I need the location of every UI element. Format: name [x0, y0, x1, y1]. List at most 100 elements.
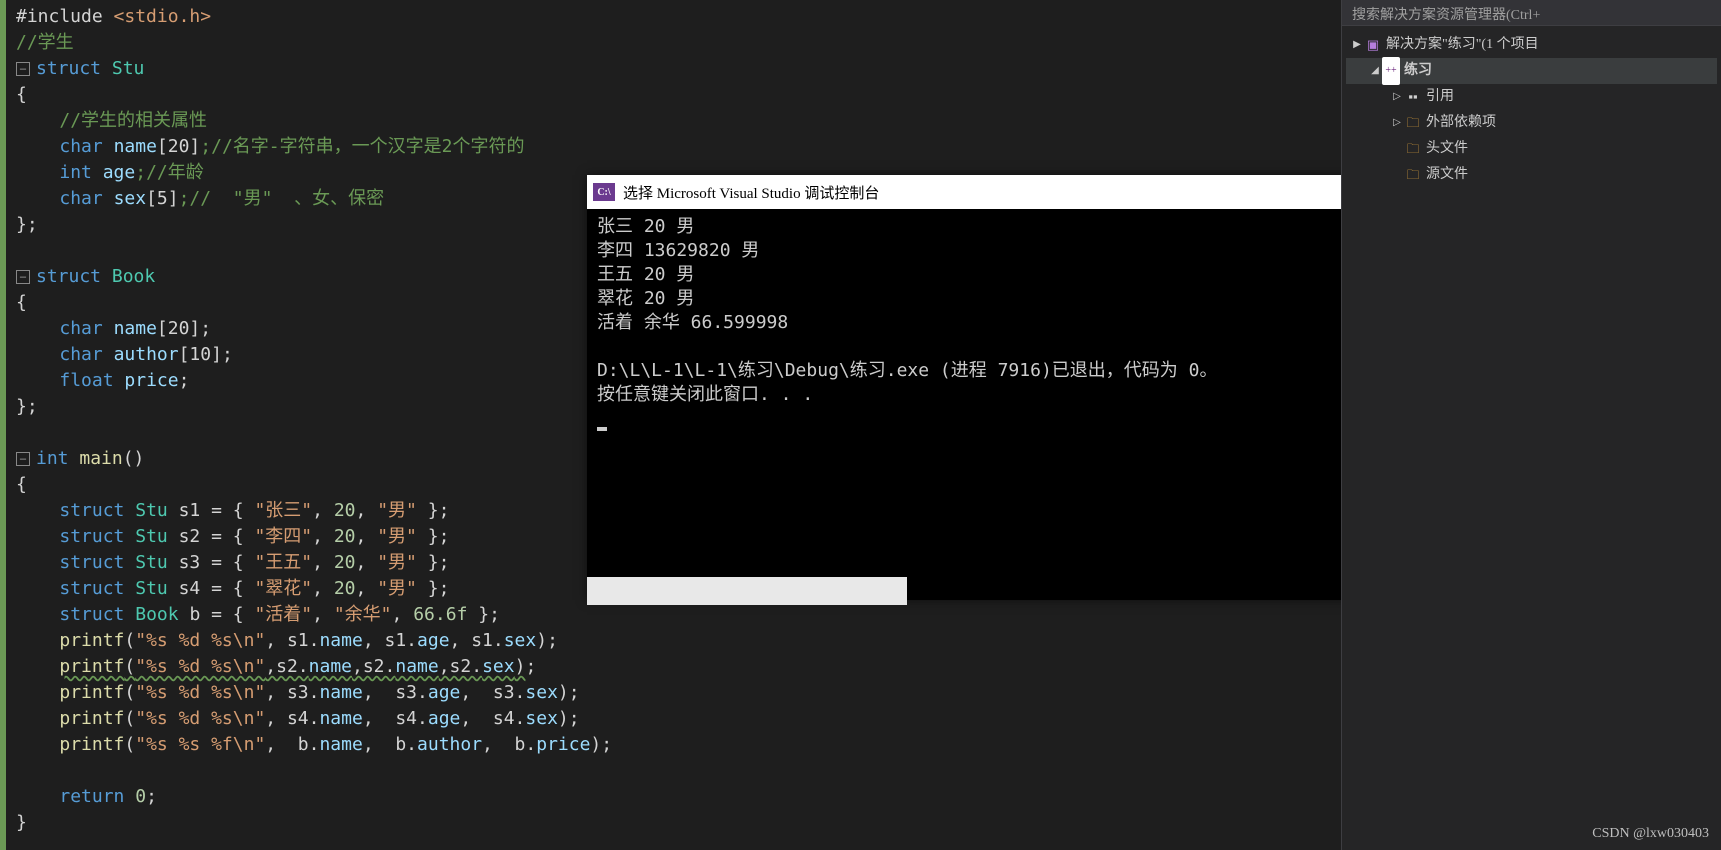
var: age [428, 682, 461, 703]
var: price [124, 370, 178, 391]
punc: = { [200, 526, 254, 547]
punc: () [123, 448, 145, 469]
folder-icon: 🗀 [1404, 136, 1422, 162]
keyword: char [59, 344, 102, 365]
var: age [428, 708, 461, 729]
code-text: #include [16, 6, 103, 27]
var: author [114, 344, 179, 365]
csdn-watermark: CSDN @lxw030403 [1592, 826, 1709, 842]
comment-text: //学生的相关属性 [59, 110, 207, 131]
punc: , [356, 526, 378, 547]
str: "%s %d %s\n" [135, 708, 265, 729]
punc: , s1. [363, 630, 417, 651]
punc: = { [200, 604, 254, 625]
console-line: 活着 余华 66.599998 [597, 312, 788, 333]
type-name: Stu [135, 500, 168, 521]
var: s2 [179, 526, 201, 547]
var: sex [504, 630, 537, 651]
type-name: Book [112, 266, 155, 287]
str: "张三" [254, 500, 312, 521]
fn-name: printf [59, 630, 124, 651]
punc: ); [536, 630, 558, 651]
var: name [319, 708, 362, 729]
references-node[interactable]: ▷ ▪▪ 引用 [1346, 84, 1717, 110]
punc: , [356, 500, 378, 521]
punc: = { [200, 552, 254, 573]
var: name [114, 136, 157, 157]
punc: , b. [482, 734, 536, 755]
folder-icon: 🗀 [1404, 162, 1422, 188]
var: s1 [179, 500, 201, 521]
brace: }; [16, 396, 38, 417]
solution-search-input[interactable]: 搜索解决方案资源管理器(Ctrl+ [1342, 0, 1721, 26]
expand-icon[interactable]: ▶ [1350, 32, 1364, 58]
str: "%s %d %s\n" [135, 656, 265, 677]
solution-icon: ▣ [1364, 32, 1382, 58]
solution-explorer-panel[interactable]: 搜索解决方案资源管理器(Ctrl+ ▶ ▣ 解决方案"练习"(1 个项目 ◢ +… [1341, 0, 1721, 850]
punc: [10]; [179, 344, 233, 365]
keyword: return [59, 786, 124, 807]
external-deps-node[interactable]: ▷ 🗀 外部依赖项 [1346, 110, 1717, 136]
punc: ; [146, 786, 157, 807]
var: name [309, 656, 352, 677]
str: "活着" [254, 604, 312, 625]
comment-text: ;//名字-字符串，一个汉字是2个字符的 [200, 136, 524, 157]
punc: , s3. [265, 682, 319, 703]
keyword: struct [59, 500, 124, 521]
fold-icon[interactable]: − [16, 452, 30, 466]
str: "%s %d %s\n" [135, 630, 265, 651]
type-name: Stu [135, 578, 168, 599]
headers-label: 头文件 [1426, 136, 1468, 162]
str: "男" [377, 578, 417, 599]
source-node[interactable]: 🗀 源文件 [1346, 162, 1717, 188]
expand-icon[interactable]: ▷ [1390, 110, 1404, 136]
console-line: 翠花 20 男 [597, 288, 694, 309]
headers-node[interactable]: 🗀 头文件 [1346, 136, 1717, 162]
str: "男" [377, 526, 417, 547]
brace: }; [16, 214, 38, 235]
var: sex [525, 708, 558, 729]
keyword: int [36, 448, 69, 469]
keyword: struct [36, 266, 101, 287]
punc: }; [417, 552, 450, 573]
solution-tree[interactable]: ▶ ▣ 解决方案"练习"(1 个项目 ◢ ++ 练习 ▷ ▪▪ 引用 ▷ 🗀 外… [1342, 26, 1721, 194]
punc: , [356, 578, 378, 599]
keyword: struct [59, 578, 124, 599]
keyword: float [59, 370, 113, 391]
var: name [114, 318, 157, 339]
punc: , s3. [460, 682, 525, 703]
brace: { [16, 84, 27, 105]
punc: , s4. [460, 708, 525, 729]
fn-name: printf [59, 734, 124, 755]
fold-icon[interactable]: − [16, 270, 30, 284]
solution-root-node[interactable]: ▶ ▣ 解决方案"练习"(1 个项目 [1346, 32, 1717, 58]
code-text: <stdio.h> [114, 6, 212, 27]
var: sex [482, 656, 515, 677]
var: s3 [179, 552, 201, 573]
punc: , s4. [363, 708, 428, 729]
var: b [189, 604, 200, 625]
folder-icon: 🗀 [1404, 110, 1422, 136]
references-icon: ▪▪ [1404, 84, 1422, 110]
fold-icon[interactable]: − [16, 62, 30, 76]
collapse-icon[interactable]: ◢ [1368, 58, 1382, 84]
console-line: 张三 20 男 [597, 216, 694, 237]
var: author [417, 734, 482, 755]
punc: , [312, 500, 334, 521]
num: 20 [334, 578, 356, 599]
selection-block [587, 577, 907, 605]
expand-icon[interactable]: ▷ [1390, 84, 1404, 110]
var: name [319, 630, 362, 651]
external-deps-label: 外部依赖项 [1426, 110, 1496, 136]
type-name: Stu [135, 552, 168, 573]
keyword: char [59, 188, 102, 209]
num: 20 [334, 552, 356, 573]
project-node[interactable]: ◢ ++ 练习 [1346, 58, 1717, 84]
punc: , [312, 578, 334, 599]
num: 20 [334, 526, 356, 547]
keyword: struct [36, 58, 101, 79]
punc: [20]; [157, 318, 211, 339]
var: sex [525, 682, 558, 703]
type-name: Stu [135, 526, 168, 547]
solution-root-label: 解决方案"练习"(1 个项目 [1386, 32, 1539, 58]
